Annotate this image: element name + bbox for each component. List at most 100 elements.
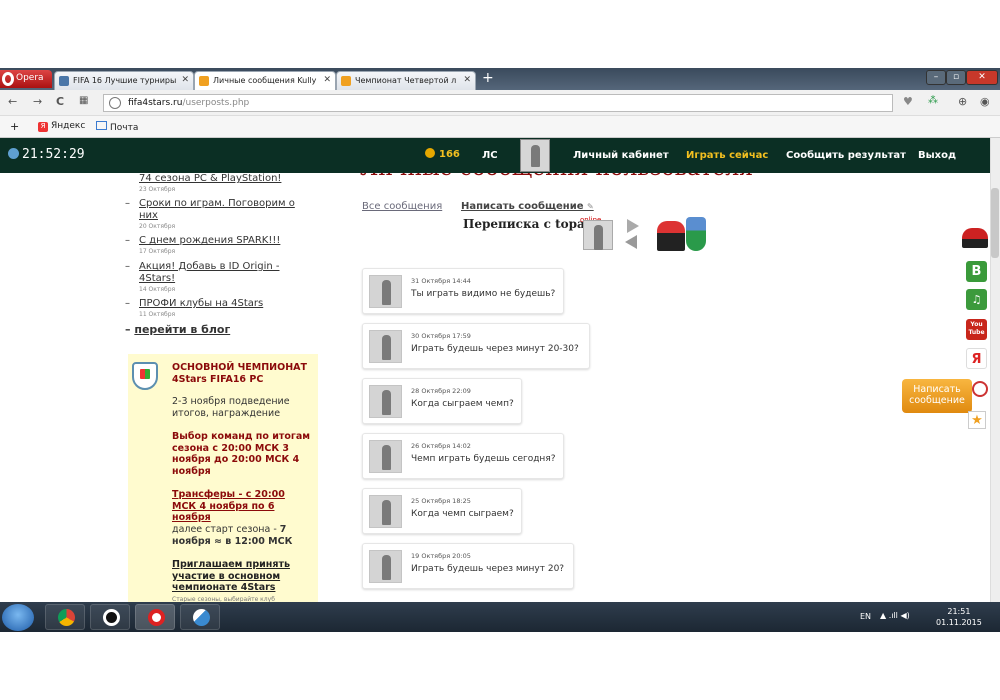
blog-link[interactable]: Сроки по играм. Поговорим о них: [139, 198, 315, 222]
youtube-share-button[interactable]: You Tube: [966, 319, 987, 340]
blog-item: – Акция! Добавь в ID Origin - 4Stars! 14…: [125, 261, 315, 294]
arrow-right-icon: [627, 219, 639, 233]
globe-icon: [109, 97, 121, 109]
nav-play-now[interactable]: Играть сейчас: [686, 150, 768, 161]
bookmark-mail[interactable]: Почта: [96, 121, 138, 133]
minimize-button[interactable]: –: [926, 70, 946, 85]
message-date: 25 Октября 18:25: [411, 497, 471, 505]
message-item[interactable]: 26 Октября 14:02 Чемп играть будешь сего…: [362, 433, 564, 479]
blog-more-link[interactable]: – перейти в блог: [125, 323, 230, 336]
correspondent-avatar[interactable]: [583, 220, 613, 250]
back-arrow-icon[interactable]: ←: [8, 95, 17, 108]
reload-icon[interactable]: C: [56, 95, 64, 108]
lifebuoy-icon[interactable]: [972, 381, 988, 397]
taskbar-chrome[interactable]: [45, 604, 85, 630]
write-message-button[interactable]: Написать сообщение: [902, 379, 972, 413]
clock: 21:52:29: [8, 147, 85, 162]
start-button[interactable]: [2, 604, 34, 631]
nav-report-result[interactable]: Сообщить результат: [786, 150, 906, 161]
taskbar-recorder[interactable]: [90, 604, 130, 630]
message-text: Когда чемп сыграем?: [411, 509, 514, 519]
new-tab-plus-icon[interactable]: +: [482, 70, 494, 86]
heart-icon[interactable]: ♥: [903, 95, 913, 108]
blog-link[interactable]: С днем рождения SPARK!!!: [139, 235, 315, 247]
maximize-button[interactable]: ▫: [946, 70, 966, 85]
language-indicator[interactable]: EN: [860, 612, 871, 621]
message-text: Ты играть видимо не будешь?: [411, 289, 556, 299]
sender-avatar: [369, 275, 402, 308]
page-title: Личные сообщения пользователя: [360, 173, 753, 181]
forward-arrow-icon[interactable]: →: [33, 95, 42, 108]
close-icon[interactable]: ✕: [181, 75, 189, 85]
twitter-share-icon[interactable]: ♫: [966, 289, 987, 310]
browser-tab-championship[interactable]: Чемпионат Четвертой л ✕: [336, 71, 476, 90]
sender-avatar: [369, 330, 402, 363]
close-icon[interactable]: ✕: [323, 75, 331, 85]
message-item[interactable]: 19 Октября 20:05 Играть будешь через мин…: [362, 543, 574, 589]
speed-dial-grid-icon[interactable]: ▦: [79, 95, 88, 106]
account-icon[interactable]: ◉: [980, 95, 990, 108]
browser-tab-messages[interactable]: Личные сообщения Kully ✕: [194, 71, 336, 90]
system-tray-icons[interactable]: ▲ .ıll ◀): [880, 611, 910, 620]
message-item[interactable]: 31 Октября 14:44 Ты играть видимо не буд…: [362, 268, 564, 314]
message-text: Играть будешь через минут 20?: [411, 564, 565, 574]
bookmark-bar: + Я Яндекс Почта: [0, 116, 1000, 138]
cap-icon[interactable]: [962, 228, 988, 248]
message-item[interactable]: 25 Октября 18:25 Когда чемп сыграем?: [362, 488, 522, 534]
yandex-share-button[interactable]: Я: [966, 348, 987, 369]
tab-write-message[interactable]: Написать сообщение ✎: [461, 201, 594, 212]
player-silhouette-icon: [382, 335, 391, 360]
url-field[interactable]: fifa4stars.ru/userposts.php: [103, 94, 893, 112]
opera-logo-icon: [2, 72, 14, 86]
message-text: Играть будешь через минут 20-30?: [411, 344, 579, 354]
download-icon[interactable]: ⊕: [958, 95, 967, 108]
message-date: 26 Октября 14:02: [411, 442, 471, 450]
opera-menu-button[interactable]: Opera: [0, 70, 52, 88]
blog-item: – ПРОФИ клубы на 4Stars 11 Октября: [125, 298, 315, 319]
opera-icon: [148, 609, 165, 626]
browser-tab-bar: Opera FIFA 16 Лучшие турниры ✕ Личные соо…: [0, 68, 1000, 90]
vk-share-button[interactable]: B: [966, 261, 987, 282]
nav-ls[interactable]: ЛС: [482, 150, 498, 161]
player-silhouette-icon: [382, 555, 391, 580]
scrollbar-thumb[interactable]: [991, 188, 999, 258]
coin-balance[interactable]: 166: [425, 148, 460, 160]
extension-icon[interactable]: ⁂: [928, 95, 938, 106]
blog-link[interactable]: Акция! Добавь в ID Origin - 4Stars!: [139, 261, 315, 285]
blog-link[interactable]: ПРОФИ клубы на 4Stars: [139, 298, 315, 310]
star-favicon-icon: [341, 76, 351, 86]
championship-line: Выбор команд по итогам сезона с 20:00 МС…: [172, 431, 311, 477]
add-bookmark-plus-icon[interactable]: +: [10, 120, 19, 133]
tray-clock[interactable]: 21:51 01.11.2015: [936, 606, 982, 628]
page-bottom-margin: [0, 632, 1000, 700]
player-silhouette-icon: [531, 145, 540, 167]
sender-avatar: [369, 440, 402, 473]
vk-favicon-icon: [59, 76, 69, 86]
star-icon[interactable]: ★: [968, 411, 986, 429]
header-avatar[interactable]: [520, 139, 550, 172]
championship-line: далее старт сезона - 7 ноября ≈ в 12:00 …: [172, 524, 293, 547]
player-silhouette-icon: [594, 225, 603, 250]
taskbar-opera[interactable]: [135, 604, 175, 630]
transfers-link[interactable]: Трансферы - с 20:00 МСК 4 ноября по 6 но…: [172, 489, 312, 524]
window-close-button[interactable]: ✕: [966, 70, 998, 85]
browser-tab-fifa[interactable]: FIFA 16 Лучшие турниры ✕: [54, 71, 194, 90]
close-icon[interactable]: ✕: [463, 75, 471, 85]
clock-icon: [8, 148, 19, 159]
player-silhouette-icon: [382, 390, 391, 415]
message-item[interactable]: 30 Октября 17:59 Играть будешь через мин…: [362, 323, 590, 369]
windows-taskbar: EN ▲ .ıll ◀) 21:51 01.11.2015: [0, 602, 1000, 632]
bookmark-yandex[interactable]: Я Яндекс: [38, 121, 85, 132]
nav-cabinet[interactable]: Личный кабинет: [573, 150, 669, 161]
join-championship-link[interactable]: Приглашаем принять участие в основном че…: [172, 559, 312, 594]
blog-link[interactable]: 74 сезона PC & PlayStation!: [139, 173, 315, 185]
blog-item: – С днем рождения SPARK!!! 17 Октября: [125, 235, 315, 256]
player-silhouette-icon: [382, 500, 391, 525]
star-favicon-icon: [199, 76, 209, 86]
message-date: 28 Октября 22:09: [411, 387, 471, 395]
tab-all-messages[interactable]: Все сообщения: [362, 201, 442, 212]
nav-logout[interactable]: Выход: [918, 150, 956, 161]
page-content: 74 сезона PC & PlayStation! 23 Октября –…: [0, 173, 990, 602]
taskbar-paint[interactable]: [180, 604, 220, 630]
message-item[interactable]: 28 Октября 22:09 Когда сыграем чемп?: [362, 378, 522, 424]
